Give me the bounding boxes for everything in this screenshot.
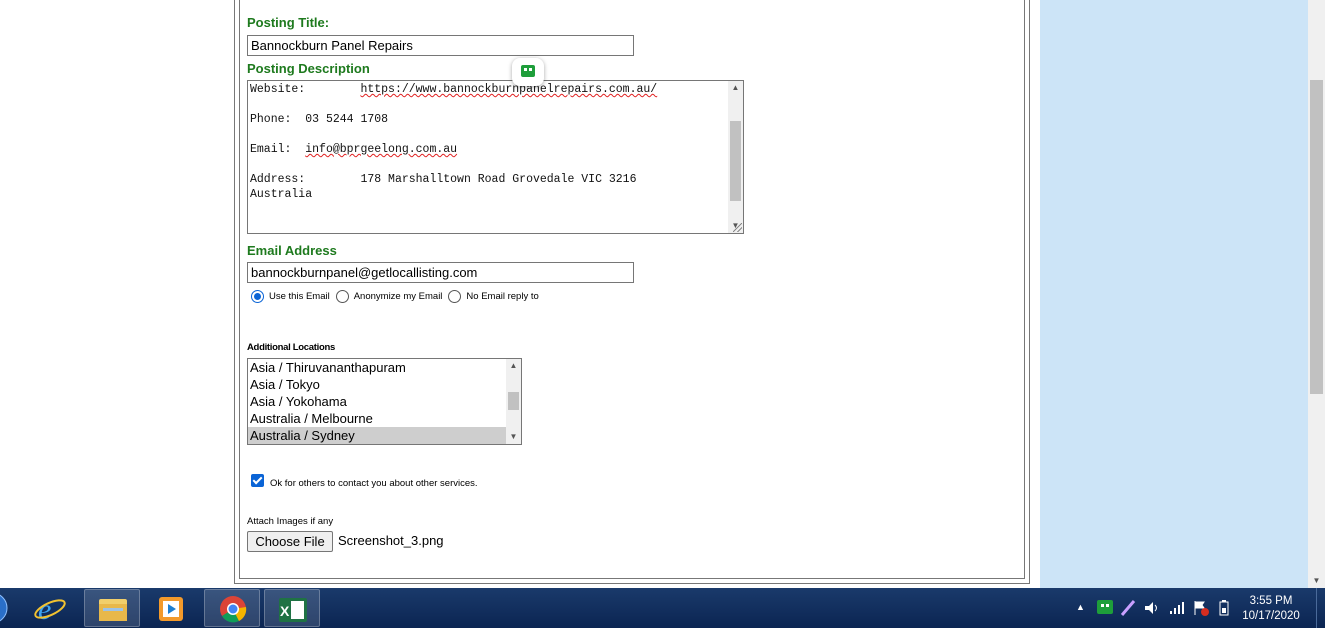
additional-locations-listbox[interactable]: Asia / Thiruvananthapuram Asia / Tokyo A… bbox=[247, 358, 522, 445]
posting-title-label: Posting Title: bbox=[247, 15, 330, 30]
no-email-reply-label: No Email reply to bbox=[466, 291, 539, 302]
chosen-file-name: Screenshot_3.png bbox=[338, 533, 444, 548]
email-label: Email: bbox=[250, 143, 292, 156]
attach-images-label: Attach Images if any bbox=[247, 516, 334, 527]
location-option[interactable]: Asia / Yokohama bbox=[248, 393, 506, 410]
contact-ok-checkbox[interactable] bbox=[251, 474, 264, 487]
phone-value: 03 5244 1708 bbox=[305, 113, 389, 126]
clock-time: 3:55 PM bbox=[1249, 595, 1293, 607]
page-scroll-thumb[interactable] bbox=[1310, 80, 1323, 394]
textarea-scrollbar[interactable]: ▲ ▼ bbox=[728, 81, 743, 233]
email-address-label: Email Address bbox=[247, 243, 337, 258]
choose-file-button[interactable]: Choose File bbox=[247, 531, 333, 552]
use-this-email-label: Use this Email bbox=[269, 291, 330, 302]
use-this-email-radio[interactable] bbox=[251, 290, 264, 303]
scroll-up-icon[interactable]: ▲ bbox=[728, 81, 743, 95]
listbox-scroll-thumb[interactable] bbox=[508, 392, 519, 410]
email-address-input[interactable]: bannockburnpanel@getlocallisting.com bbox=[247, 262, 634, 283]
email-value: info@bprgeelong.com.au bbox=[305, 143, 458, 156]
taskbar-clock[interactable]: 3:55 PM 10/17/2020 bbox=[1236, 594, 1306, 624]
email-options: Use this Email Anonymize my Email No Ema… bbox=[251, 290, 539, 303]
internet-explorer-icon[interactable]: e bbox=[24, 589, 80, 627]
clock-date: 10/17/2020 bbox=[1242, 610, 1300, 622]
posting-description-label: Posting Description bbox=[247, 61, 370, 76]
svg-text:e: e bbox=[38, 593, 51, 626]
description-text: Website: https://www.bannockburnpanelrep… bbox=[250, 81, 728, 202]
address-line1: 178 Marshalltown Road Grovedale VIC 3216 bbox=[360, 173, 637, 186]
website-label: Website: bbox=[250, 83, 306, 96]
left-margin bbox=[0, 0, 232, 588]
anonymize-email-radio[interactable] bbox=[335, 290, 349, 303]
additional-locations-label: Additional Locations bbox=[247, 342, 335, 353]
scroll-down-icon[interactable]: ▼ bbox=[1308, 574, 1325, 588]
google-chrome-icon[interactable] bbox=[204, 589, 260, 627]
no-email-reply-radio[interactable] bbox=[448, 290, 462, 303]
contact-ok-label: Ok for others to contact you about other… bbox=[270, 478, 478, 489]
location-option[interactable]: Australia / Melbourne bbox=[248, 410, 506, 427]
textarea-scroll-thumb[interactable] bbox=[730, 121, 741, 201]
windows-taskbar: e X ▲ 3:55 PM 10/17/2020 bbox=[0, 588, 1325, 628]
address-line2: Australia bbox=[250, 188, 313, 201]
battery-icon[interactable] bbox=[1219, 600, 1229, 640]
posting-title-input[interactable]: Bannockburn Panel Repairs bbox=[247, 35, 634, 56]
pen-tray-icon[interactable] bbox=[1120, 599, 1136, 639]
action-center-flag-icon[interactable] bbox=[1193, 600, 1209, 640]
page-scrollbar[interactable]: ▼ bbox=[1308, 0, 1325, 588]
start-orb-icon[interactable] bbox=[0, 589, 10, 627]
anonymize-email-label: Anonymize my Email bbox=[353, 291, 443, 302]
file-explorer-icon[interactable] bbox=[84, 589, 140, 627]
microsoft-excel-icon[interactable]: X bbox=[264, 589, 320, 627]
svg-text:X: X bbox=[280, 603, 290, 619]
bitwarden-tray-icon[interactable] bbox=[1097, 600, 1113, 640]
scroll-up-icon[interactable]: ▲ bbox=[506, 359, 521, 373]
resize-grip-icon[interactable] bbox=[733, 223, 742, 232]
phone-label: Phone: bbox=[250, 113, 292, 126]
bitwarden-badge-icon[interactable] bbox=[512, 58, 544, 86]
address-label: Address: bbox=[250, 173, 306, 186]
location-option-selected[interactable]: Australia / Sydney bbox=[248, 427, 506, 444]
website-url: https://www.bannockburnpanelrepairs.com.… bbox=[360, 83, 658, 96]
posting-description-textarea[interactable]: Website: https://www.bannockburnpanelrep… bbox=[247, 80, 744, 234]
media-player-icon[interactable] bbox=[144, 589, 200, 627]
browser-page: Posting Title: Bannockburn Panel Repairs… bbox=[0, 0, 1308, 588]
show-hidden-icons-icon[interactable]: ▲ bbox=[1076, 602, 1085, 642]
volume-icon[interactable] bbox=[1144, 601, 1162, 641]
location-option[interactable]: Asia / Thiruvananthapuram bbox=[248, 359, 506, 376]
network-signal-icon[interactable] bbox=[1169, 601, 1185, 641]
listbox-scrollbar[interactable]: ▲ ▼ bbox=[506, 359, 521, 444]
scroll-down-icon[interactable]: ▼ bbox=[506, 430, 521, 444]
location-option[interactable]: Asia / Tokyo bbox=[248, 376, 506, 393]
show-desktop-button[interactable] bbox=[1316, 588, 1325, 628]
right-side-panel bbox=[1040, 0, 1308, 588]
